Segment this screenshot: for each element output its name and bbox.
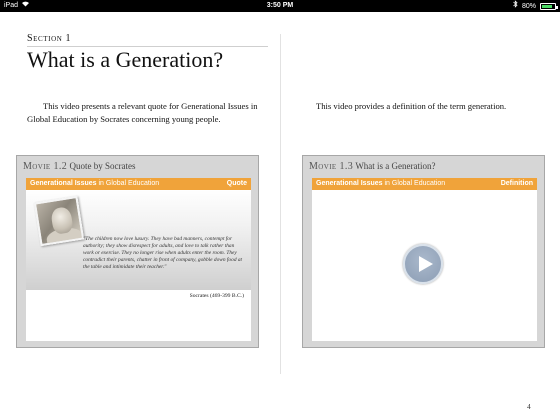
battery-level xyxy=(542,5,552,8)
bar-subtitle: in Global Education xyxy=(384,180,446,187)
movie-screen[interactable]: Generational Issues in Global Education … xyxy=(26,178,251,341)
bar-subtitle: in Global Education xyxy=(98,180,160,187)
movie-title-bar: Generational Issues in Global Education … xyxy=(312,178,537,190)
battery-icon xyxy=(540,3,558,10)
play-icon xyxy=(419,256,433,272)
bar-title: Generational Issues xyxy=(30,180,97,187)
status-time: 3:50 PM xyxy=(266,2,294,9)
socrates-photo xyxy=(33,195,85,247)
movie-caption: Movie 1.3 What is a Generation? xyxy=(309,161,436,172)
page-number: 4 xyxy=(527,402,531,411)
movie-screen[interactable]: Generational Issues in Global Education … xyxy=(312,178,537,341)
play-button[interactable] xyxy=(403,244,443,284)
status-right: 80% xyxy=(513,0,558,13)
bar-title: Generational Issues xyxy=(316,180,383,187)
page-title: What is a Generation? xyxy=(27,47,224,72)
movie-widget-definition[interactable]: Movie 1.3 What is a Generation? Generati… xyxy=(302,155,545,348)
movie-title-bar: Generational Issues in Global Education … xyxy=(26,178,251,190)
left-intro-paragraph: This video presents a relevant quote for… xyxy=(27,101,258,124)
status-bar: iPad 3:50 PM 80% xyxy=(0,0,560,12)
bar-tag: Quote xyxy=(226,180,247,187)
quote-attribution: Socrates (469-399 B.C.) xyxy=(189,293,244,299)
movie-widget-quote[interactable]: Movie 1.2 Quote by Socrates Generational… xyxy=(16,155,259,348)
movie-number: Movie 1.2 xyxy=(23,161,68,172)
bluetooth-icon xyxy=(513,0,518,13)
movie-caption-text: Quote by Socrates xyxy=(69,161,136,171)
movie-number: Movie 1.3 xyxy=(309,161,354,172)
section-label: Section 1 xyxy=(27,33,72,44)
movie-caption: Movie 1.2 Quote by Socrates xyxy=(23,161,135,172)
bar-tag: Definition xyxy=(500,180,533,187)
movie-caption-text: What is a Generation? xyxy=(355,161,436,171)
battery-percent: 80% xyxy=(521,2,536,10)
right-intro-paragraph: This video provides a definition of the … xyxy=(316,101,507,111)
video-area[interactable] xyxy=(312,190,537,341)
page-spine xyxy=(280,34,281,374)
quote-text: "The children now love luxury. They have… xyxy=(83,236,243,270)
